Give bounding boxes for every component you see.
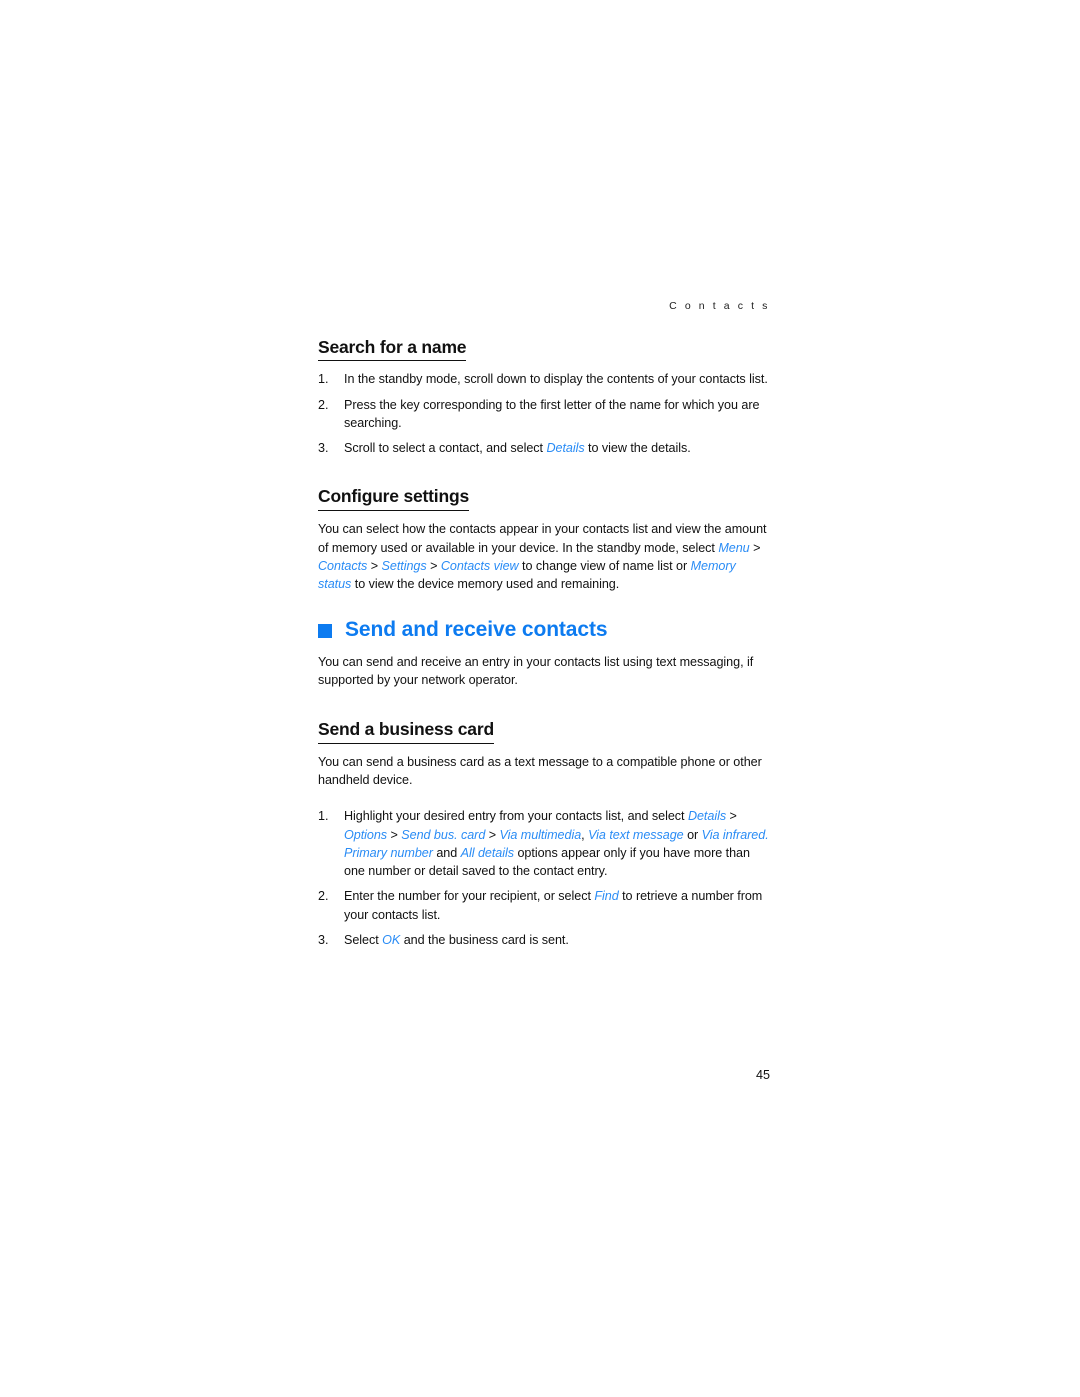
page-content-column: C o n t a c t s Search for a name 1. In t… xyxy=(318,300,770,956)
ui-term: Contacts xyxy=(318,558,368,573)
ui-term: Settings xyxy=(381,558,427,573)
ui-term-separator: > xyxy=(749,540,761,555)
list-item-text: In the standby mode, scroll down to disp… xyxy=(344,372,768,386)
ui-term: Contacts view xyxy=(440,558,519,573)
heading-configure-settings-text: Configure settings xyxy=(318,486,469,512)
ui-term: OK xyxy=(382,932,401,947)
heading-search-for-a-name-text: Search for a name xyxy=(318,337,467,362)
list-item-number: 2. xyxy=(318,397,329,412)
body-text: and xyxy=(432,845,461,860)
body-text: to change view of name list or xyxy=(518,558,691,573)
steps-search-for-a-name: 1. In the standby mode, scroll down to di… xyxy=(318,370,770,457)
paragraph-send-a-business-card: You can send a business card as a text m… xyxy=(318,754,762,788)
ui-term-separator: > xyxy=(387,827,402,842)
paragraph-configure-settings: You can select how the contacts appear i… xyxy=(318,520,770,593)
list-item-number: 3. xyxy=(318,441,329,456)
heading-send-a-business-card-text: Send a business card xyxy=(318,719,494,744)
body-text: to view the details. xyxy=(584,441,691,456)
ui-term: Via text message xyxy=(588,827,684,842)
running-header: C o n t a c t s xyxy=(669,300,770,312)
list-item-text: Scroll to select a contact, and select D… xyxy=(344,441,691,455)
ui-term: All details xyxy=(460,845,515,860)
body-text: to view the device memory used and remai… xyxy=(351,577,620,592)
page-number: 45 xyxy=(755,1068,770,1082)
body-text: Highlight your desired entry from your c… xyxy=(344,809,688,824)
body-text: You can select how the contacts appear i… xyxy=(318,522,767,555)
list-item-text: Enter the number for your recipient, or … xyxy=(344,889,762,921)
list-item-text: Press the key corresponding to the first… xyxy=(344,397,760,430)
ui-term: Menu xyxy=(718,540,750,555)
body-text: Enter the number for your recipient, or … xyxy=(344,889,595,904)
list-item-number: 1. xyxy=(318,372,329,387)
list-item-number: 2. xyxy=(318,889,329,904)
ui-term: Details xyxy=(687,809,727,824)
list-item-text: Select OK and the business card is sent. xyxy=(344,933,569,947)
list-item: 2. Enter the number for your recipient, o… xyxy=(318,887,770,924)
heading-search-for-a-name: Search for a name xyxy=(318,337,770,362)
ui-term-separator: > xyxy=(485,827,500,842)
paragraph-send-and-receive-contacts: You can send and receive an entry in you… xyxy=(318,654,754,687)
ui-term: Primary number xyxy=(344,845,433,860)
list-item: 1. Highlight your desired entry from your… xyxy=(318,807,770,880)
list-item: 3. Scroll to select a contact, and select… xyxy=(318,439,770,457)
heading-configure-settings: Configure settings xyxy=(318,486,770,512)
ui-term: Send bus. card xyxy=(401,827,486,842)
ui-term: Options xyxy=(344,827,388,842)
body-text: In the standby mode, scroll down to disp… xyxy=(344,372,768,387)
heading-send-and-receive-contacts: Send and receive contacts xyxy=(318,617,770,642)
document-page: C o n t a c t s Search for a name 1. In t… xyxy=(0,0,1080,1397)
list-item-text: Highlight your desired entry from your c… xyxy=(344,809,769,878)
body-text: or xyxy=(683,827,702,842)
ui-term: Via multimedia xyxy=(499,827,582,842)
body-text: Scroll to select a contact, and select xyxy=(344,441,547,456)
heading-send-a-business-card: Send a business card xyxy=(318,719,770,744)
list-item: 1. In the standby mode, scroll down to di… xyxy=(318,370,770,388)
list-item: 3. Select OK and the business card is sen… xyxy=(318,931,770,949)
ui-term-separator: > xyxy=(367,558,382,573)
list-item-number: 3. xyxy=(318,932,329,947)
body-text: Press the key corresponding to the first… xyxy=(344,397,760,430)
filled-square-bullet-icon xyxy=(318,623,332,638)
list-item-number: 1. xyxy=(318,809,329,824)
body-text: and the business card is sent. xyxy=(400,932,569,947)
list-item: 2. Press the key corresponding to the fir… xyxy=(318,396,770,433)
ui-term: Details xyxy=(546,441,585,456)
steps-send-a-business-card: 1. Highlight your desired entry from your… xyxy=(318,807,770,949)
ui-term: Find xyxy=(594,889,619,904)
heading-send-and-receive-contacts-text: Send and receive contacts xyxy=(345,618,608,642)
ui-term: Via infrared. xyxy=(701,827,769,842)
ui-term-separator: > xyxy=(426,558,441,573)
ui-term-separator: > xyxy=(726,809,737,824)
body-text: Select xyxy=(344,932,383,947)
